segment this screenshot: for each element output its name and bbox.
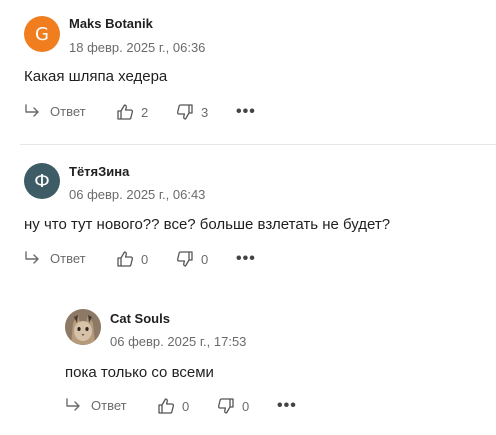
- reply-label: Ответ: [91, 397, 127, 413]
- reply-arrow-icon: [66, 398, 80, 411]
- comment-actions: Ответ 0 0 •••: [65, 397, 305, 417]
- dislike-count: 0: [242, 398, 250, 414]
- reply-comment-item: Cat Souls 06 февр. 2025 г., 17:53 пока т…: [0, 0, 496, 435]
- comment-author[interactable]: Cat Souls: [110, 311, 170, 326]
- thumbs-down-icon: [217, 398, 234, 414]
- cat-avatar-image: [65, 309, 101, 345]
- comment-date: 06 февр. 2025 г., 17:53: [110, 334, 247, 349]
- thumbs-up-icon: [158, 398, 175, 414]
- comment-text: пока только со всеми: [65, 364, 214, 381]
- reply-button[interactable]: Ответ: [65, 397, 127, 413]
- dislike-button[interactable]: 0: [217, 397, 249, 415]
- more-dots-icon[interactable]: •••: [277, 397, 297, 415]
- avatar[interactable]: [65, 309, 101, 345]
- like-button[interactable]: 0: [157, 397, 189, 415]
- like-count: 0: [182, 398, 190, 414]
